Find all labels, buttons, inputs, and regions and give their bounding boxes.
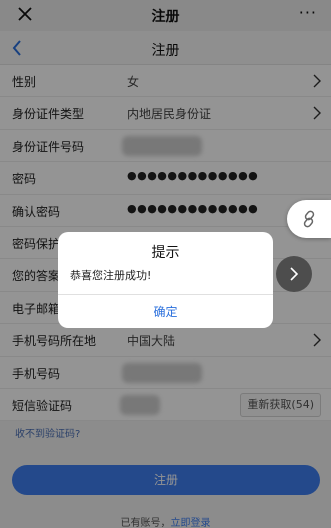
floating-next-button[interactable] — [276, 256, 312, 292]
success-dialog: 提示 恭喜您注册成功! 确定 — [58, 232, 273, 328]
dialog-title: 提示 — [151, 245, 180, 261]
chevron-right-icon — [290, 267, 299, 281]
dialog-divider — [58, 294, 273, 295]
confirm-button[interactable]: 确定 — [58, 303, 273, 320]
dialog-message: 恭喜您注册成功! — [70, 269, 152, 282]
link-icon — [303, 210, 315, 228]
floating-link-button[interactable] — [287, 200, 331, 238]
